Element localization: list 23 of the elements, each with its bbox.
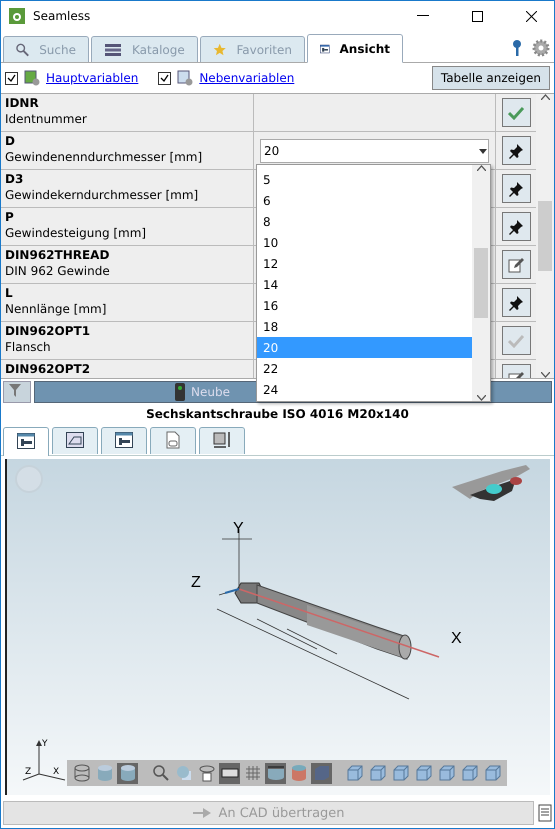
variable-name: D3 [5, 172, 24, 186]
variable-name: D [5, 134, 16, 148]
variable-name: IDNR [5, 96, 40, 110]
variable-name: DIN962OPT1 [5, 324, 92, 338]
variable-description: Nennlänge [mm] [5, 302, 108, 316]
variable-name: DIN962OPT2 [5, 362, 92, 376]
variable-description: DIN 962 Gewinde [5, 264, 111, 278]
variable-description: Identnummer [5, 112, 88, 126]
variable-description: Gewindenenndurchmesser [mm] [5, 150, 204, 164]
variable-name: DIN962THREAD [5, 248, 110, 262]
variable-description: Flansch [5, 340, 52, 354]
axis-label: Z [191, 574, 201, 591]
window-title: Seamless [33, 9, 92, 23]
triad-label: Y [42, 739, 48, 749]
variable-name: L [5, 286, 14, 300]
triad-label: Z [25, 767, 32, 777]
part-title: Sechskantschraube ISO 4016 M20x140 [145, 406, 410, 423]
variable-description: Gewindesteigung [mm] [5, 226, 148, 240]
variable-name: P [5, 210, 15, 224]
axis-label: X [451, 630, 462, 647]
triad-label: X [53, 767, 60, 777]
axis-label: Y [233, 520, 244, 537]
variable-description: Gewindekerndurchmesser [mm] [5, 188, 200, 202]
